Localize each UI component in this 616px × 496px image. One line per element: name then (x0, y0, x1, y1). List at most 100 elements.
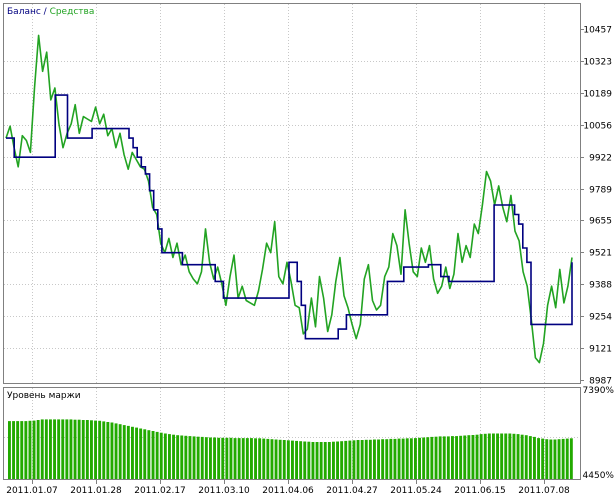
margin-bar (196, 436, 200, 479)
margin-bar (426, 437, 430, 479)
margin-bar (184, 435, 188, 479)
margin-bar (241, 438, 245, 479)
margin-bar (352, 440, 356, 479)
margin-bar (446, 436, 450, 479)
margin-bar (475, 434, 479, 479)
tester-graph: 10457 10323 10189 10056 9922 9789 9655 9521 9388… (3, 3, 615, 496)
margin-bar (340, 441, 344, 479)
y-tick-label: 9254 (589, 313, 612, 323)
margin-bar (467, 435, 471, 479)
margin-bar (28, 420, 32, 479)
x-tick-label: 2011.03.10 (198, 486, 250, 496)
margin-bar (131, 426, 134, 479)
margin-bar (430, 436, 434, 479)
margin-bar (94, 420, 97, 479)
legend-separator: / (41, 7, 50, 17)
margin-bar (69, 419, 73, 479)
x-tick-label: 2011.01.28 (70, 486, 122, 496)
margin-bar (451, 436, 454, 479)
margin-bar (500, 433, 504, 479)
margin-bar (278, 439, 282, 479)
margin-bar (434, 436, 438, 479)
margin-bar (180, 435, 184, 479)
margin-bar (344, 440, 348, 479)
y-tick-label: 9121 (589, 345, 612, 355)
margin-bar (553, 439, 557, 479)
margin-bar (110, 422, 114, 479)
margin-bar (323, 442, 327, 479)
main-y-axis: 10457 10323 10189 10056 9922 9789 9655 9521 9388… (580, 26, 612, 387)
margin-bar (541, 438, 545, 479)
margin-bar (16, 421, 20, 479)
margin-bar (471, 435, 475, 479)
margin-level-bars (8, 419, 573, 479)
margin-bar (516, 434, 520, 479)
legend-equity: Средства (50, 7, 95, 17)
margin-bar (200, 436, 204, 479)
margin-bar (327, 442, 331, 479)
margin-bar (172, 434, 175, 479)
margin-bar (520, 434, 524, 479)
x-tick-label: 2011.04.27 (326, 486, 378, 496)
margin-bar (336, 441, 339, 479)
margin-bar (12, 421, 15, 479)
y-tick-label: 4450% (583, 471, 615, 481)
y-tick-label: 10189 (583, 90, 612, 100)
margin-bar (533, 436, 536, 479)
x-axis: 2011.01.07 2011.01.28 2011.02.17 2011.03.10… (6, 480, 570, 496)
margin-bar (303, 441, 307, 479)
margin-bar (85, 420, 89, 479)
x-tick-label: 2011.04.06 (262, 486, 314, 496)
margin-bar (504, 433, 508, 479)
x-tick-label: 2011.01.07 (6, 486, 58, 496)
margin-bar (364, 439, 368, 479)
margin-bar (73, 419, 77, 479)
margin-bar (557, 439, 561, 479)
margin-bar (319, 442, 323, 479)
margin-bar (479, 434, 483, 479)
margin-bar (373, 439, 376, 479)
y-tick-label: 9655 (589, 217, 612, 227)
margin-bar (143, 429, 147, 479)
y-tick-label: 9922 (589, 154, 612, 164)
margin-bar (455, 436, 458, 479)
margin-bar (118, 424, 122, 479)
margin-chart-title: Уровень маржи (7, 391, 81, 401)
margin-bar (360, 440, 364, 479)
margin-bar (274, 439, 278, 479)
margin-bar (405, 438, 409, 479)
margin-bar (258, 438, 262, 479)
margin-bar (512, 433, 516, 479)
margin-bar (414, 438, 417, 479)
margin-bar (217, 437, 221, 479)
margin-bar (422, 437, 426, 479)
margin-bar (332, 441, 335, 479)
margin-bar (291, 440, 294, 479)
margin-bar (496, 433, 499, 479)
margin-bar (418, 437, 421, 479)
margin-bar (168, 434, 171, 479)
main-chart-frame (3, 3, 581, 384)
margin-bar (40, 419, 44, 479)
margin-bar (250, 438, 253, 479)
margin-bar (270, 439, 274, 479)
margin-bar (389, 438, 393, 479)
margin-bar (401, 438, 405, 479)
margin-bar (122, 425, 126, 479)
margin-bar (53, 419, 56, 479)
margin-bar (176, 435, 180, 479)
x-tick-label: 2011.02.17 (134, 486, 186, 496)
main-chart-grid (4, 4, 580, 383)
margin-bar (483, 433, 487, 479)
margin-bar (459, 435, 463, 479)
margin-bar (233, 438, 237, 479)
x-tick-label: 2011.07.08 (518, 486, 570, 496)
margin-bar (569, 438, 573, 479)
margin-bar (106, 422, 110, 479)
y-tick-label: 10056 (583, 122, 612, 132)
legend-balance: Баланс (7, 7, 41, 17)
margin-bar (139, 428, 143, 479)
margin-bar (126, 425, 130, 479)
margin-bar (463, 435, 467, 479)
margin-bar (192, 436, 196, 479)
